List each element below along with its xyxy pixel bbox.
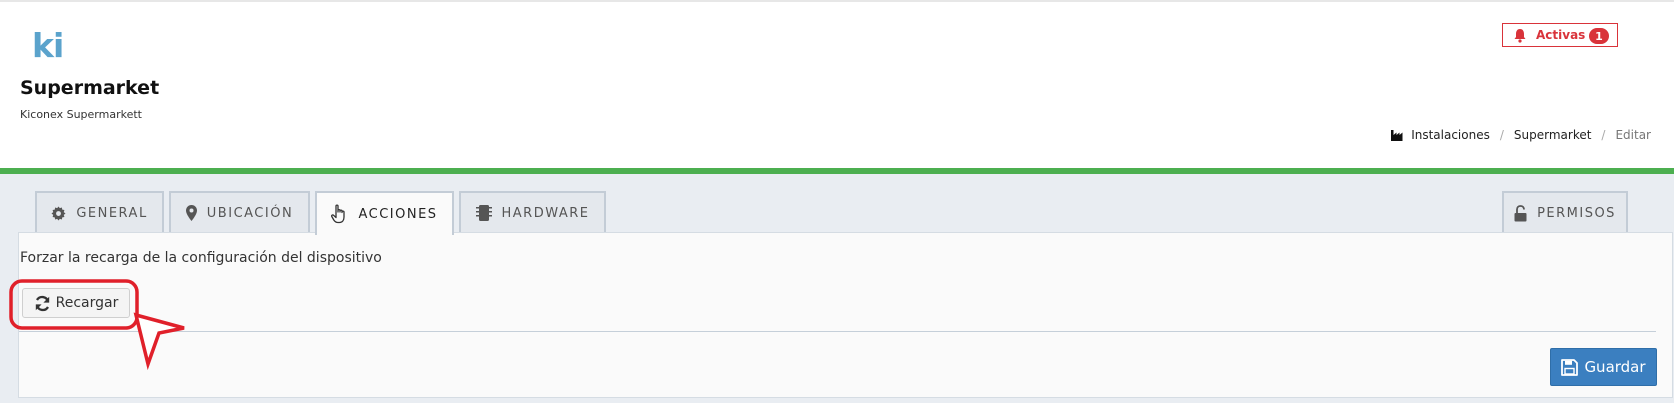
alerts-count-badge: 1 — [1589, 28, 1609, 44]
breadcrumb: Instalaciones / Supermarket / Editar — [1391, 128, 1651, 142]
unlock-icon — [1514, 204, 1527, 222]
bell-icon — [1513, 28, 1527, 43]
tab-hardware[interactable]: HARDWARE — [459, 191, 606, 233]
tab-acciones[interactable]: ACCIONES — [315, 191, 454, 235]
tab-permisos[interactable]: PERMISOS — [1502, 191, 1628, 233]
refresh-icon — [34, 295, 51, 312]
breadcrumb-separator: / — [1601, 128, 1606, 142]
hand-pointer-icon — [331, 204, 348, 224]
map-marker-icon — [185, 205, 197, 221]
floppy-disk-icon — [1561, 358, 1579, 376]
tab-general-label: GENERAL — [76, 205, 148, 221]
save-button[interactable]: Guardar — [1550, 348, 1657, 386]
breadcrumb-item-editar: Editar — [1615, 128, 1651, 142]
tab-ubicacion-label: UBICACIÓN — [206, 205, 294, 221]
kiconex-logo[interactable]: ki — [32, 26, 64, 66]
tab-ubicacion[interactable]: UBICACIÓN — [169, 191, 310, 233]
breadcrumb-item-supermarket[interactable]: Supermarket — [1514, 128, 1592, 142]
tab-acciones-label: ACCIONES — [358, 206, 438, 222]
panel-divider — [19, 331, 1656, 332]
chip-icon — [475, 204, 492, 222]
alerts-label: Activas — [1536, 28, 1586, 42]
page-title: Supermarket — [20, 77, 160, 99]
reload-button-label: Recargar — [55, 295, 119, 311]
page-header: ki Supermarket Kiconex Supermarkett Acti… — [0, 2, 1674, 168]
tab-hardware-label: HARDWARE — [501, 205, 590, 221]
active-alerts-button[interactable]: Activas 1 — [1502, 23, 1618, 47]
gear-icon — [51, 205, 66, 221]
reload-button[interactable]: Recargar — [22, 288, 130, 318]
tab-permisos-label: PERMISOS — [1537, 205, 1616, 221]
factory-icon — [1391, 129, 1404, 141]
acciones-panel: Forzar la recarga de la configuración de… — [18, 232, 1673, 398]
tab-general[interactable]: GENERAL — [35, 191, 164, 233]
page-subtitle: Kiconex Supermarkett — [20, 108, 142, 121]
save-button-label: Guardar — [1584, 358, 1646, 376]
reload-description: Forzar la recarga de la configuración de… — [20, 250, 382, 266]
breadcrumb-item-instalaciones[interactable]: Instalaciones — [1411, 128, 1490, 142]
breadcrumb-separator: / — [1499, 128, 1504, 142]
